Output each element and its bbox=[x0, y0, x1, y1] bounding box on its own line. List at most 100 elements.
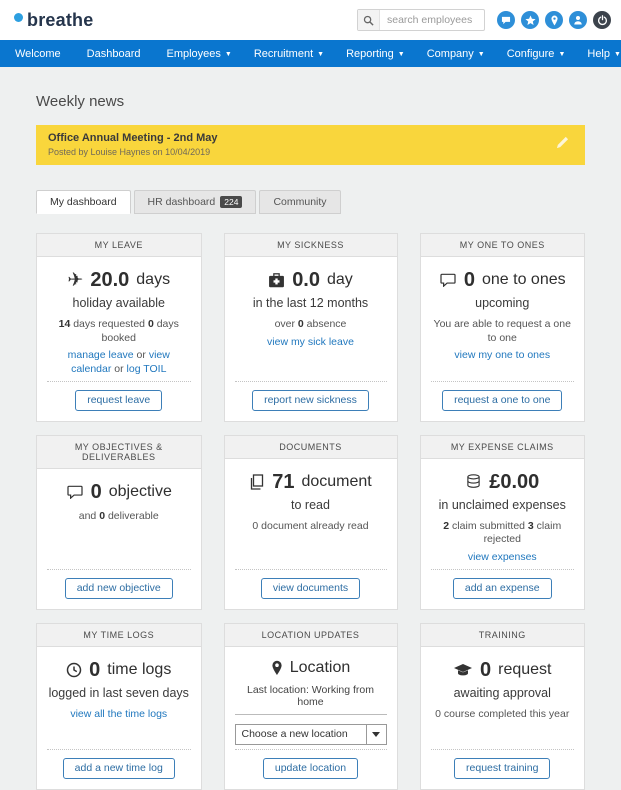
stat-value: 71 bbox=[272, 472, 294, 492]
location-icon[interactable] bbox=[545, 11, 563, 29]
chevron-down-icon: ▼ bbox=[478, 51, 485, 58]
update-location-button[interactable]: update location bbox=[263, 758, 358, 779]
pencil-icon[interactable] bbox=[552, 136, 573, 154]
card-title: TRAINING bbox=[421, 624, 585, 647]
stat-subtitle: to read bbox=[291, 498, 330, 512]
chat-icon[interactable] bbox=[497, 11, 515, 29]
nav-label: Configure bbox=[507, 48, 555, 60]
nav-item-employees[interactable]: Employees▼ bbox=[155, 40, 242, 67]
graduation-cap-icon bbox=[453, 663, 473, 677]
tab-hr-dashboard[interactable]: HR dashboard 224 bbox=[134, 190, 257, 214]
logo-dot-icon bbox=[14, 13, 23, 22]
card-text-line: 0 document already read bbox=[252, 520, 368, 534]
card-text-line: view my sick leave bbox=[267, 336, 354, 350]
stat-unit: days bbox=[136, 272, 170, 288]
coins-icon bbox=[465, 474, 482, 489]
stat-subtitle: in unclaimed expenses bbox=[439, 498, 566, 512]
search-input[interactable] bbox=[380, 14, 484, 26]
logo-text: breathe bbox=[27, 10, 93, 31]
location-select-value: Choose a new location bbox=[236, 728, 366, 740]
stat-unit: objective bbox=[109, 484, 172, 500]
plane-icon: ✈ bbox=[67, 271, 83, 290]
text-segment: 14 bbox=[59, 318, 71, 330]
expenses-stat: £0.00 bbox=[465, 472, 539, 492]
view-documents-button[interactable]: view documents bbox=[261, 578, 360, 599]
news-title: Office Annual Meeting - 2nd May bbox=[48, 132, 552, 144]
user-icon[interactable] bbox=[569, 11, 587, 29]
tab-my-dashboard[interactable]: My dashboard bbox=[36, 190, 131, 214]
documents-stat: 71 document bbox=[249, 472, 372, 492]
report-sickness-button[interactable]: report new sickness bbox=[252, 390, 369, 411]
stat-unit: document bbox=[301, 474, 371, 490]
stat-unit: day bbox=[327, 272, 353, 288]
card-lines: and 0 deliverable bbox=[79, 506, 159, 524]
card-text-line: manage leave or view calendar or log TOI… bbox=[47, 349, 191, 376]
link[interactable]: log TOIL bbox=[127, 363, 167, 375]
nav-item-dashboard[interactable]: Dashboard bbox=[76, 40, 156, 67]
card-footer: request leave bbox=[47, 381, 191, 421]
card-footer: add an expense bbox=[431, 569, 575, 609]
link[interactable]: view expenses bbox=[468, 551, 537, 563]
nav-item-welcome[interactable]: Welcome bbox=[4, 40, 76, 67]
nav-item-configure[interactable]: Configure▼ bbox=[496, 40, 577, 67]
card-my-one-to-ones: MY ONE TO ONES 0 one to ones upcoming Yo… bbox=[420, 233, 586, 422]
clock-icon bbox=[66, 662, 82, 678]
card-footer: add new objective bbox=[47, 569, 191, 609]
tab-community[interactable]: Community bbox=[259, 190, 340, 214]
request-leave-button[interactable]: request leave bbox=[75, 390, 162, 411]
request-training-button[interactable]: request training bbox=[454, 758, 550, 779]
card-lines: 0 document already read bbox=[252, 516, 368, 534]
dropdown-caret-icon bbox=[366, 725, 386, 744]
card-footer: view documents bbox=[235, 569, 387, 609]
search-icon[interactable] bbox=[358, 10, 380, 30]
card-footer: update location bbox=[235, 749, 387, 789]
card-text-line: view expenses bbox=[431, 551, 575, 565]
news-banner: Office Annual Meeting - 2nd May Posted b… bbox=[36, 125, 585, 165]
nav-item-company[interactable]: Company▼ bbox=[416, 40, 496, 67]
nav-item-help[interactable]: Help▼ bbox=[576, 40, 621, 67]
nav-item-recruitment[interactable]: Recruitment▼ bbox=[243, 40, 335, 67]
breathe-logo[interactable]: breathe bbox=[10, 10, 93, 31]
stat-unit: one to ones bbox=[482, 272, 566, 288]
nav-label: Reporting bbox=[346, 48, 394, 60]
card-text-line: You are able to request a one to one bbox=[431, 318, 575, 345]
card-lines: 14 days requested 0 days bookedmanage le… bbox=[47, 314, 191, 377]
add-time-log-button[interactable]: add a new time log bbox=[63, 758, 175, 779]
card-title: MY EXPENSE CLAIMS bbox=[421, 436, 585, 459]
location-select[interactable]: Choose a new location bbox=[235, 724, 387, 745]
text-segment: deliverable bbox=[105, 510, 159, 522]
card-my-objectives: MY OBJECTIVES & DELIVERABLES 0 objective… bbox=[36, 435, 202, 610]
nav-item-reporting[interactable]: Reporting ▼ bbox=[335, 40, 416, 67]
add-expense-button[interactable]: add an expense bbox=[453, 578, 552, 599]
stat-unit: Location bbox=[290, 660, 351, 676]
star-icon[interactable] bbox=[521, 11, 539, 29]
card-lines: over 0 absenceview my sick leave bbox=[267, 314, 354, 349]
nav-label: Help bbox=[587, 48, 610, 60]
chevron-down-icon: ▼ bbox=[558, 51, 565, 58]
chevron-down-icon: ▼ bbox=[398, 51, 405, 58]
power-icon[interactable] bbox=[593, 11, 611, 29]
card-title: MY OBJECTIVES & DELIVERABLES bbox=[37, 436, 201, 469]
add-objective-button[interactable]: add new objective bbox=[65, 578, 173, 599]
stat-value: 0 bbox=[89, 660, 100, 680]
card-location-updates: LOCATION UPDATES Location Last location:… bbox=[224, 623, 398, 790]
card-training: TRAINING 0 request awaiting approval 0 c… bbox=[420, 623, 586, 790]
card-footer: report new sickness bbox=[235, 381, 387, 421]
request-one-to-one-button[interactable]: request a one to one bbox=[442, 390, 562, 411]
text-segment: and bbox=[79, 510, 99, 522]
stat-subtitle: logged in last seven days bbox=[49, 686, 189, 700]
objectives-stat: 0 objective bbox=[66, 482, 172, 502]
link[interactable]: view all the time logs bbox=[70, 708, 167, 720]
link[interactable]: view my sick leave bbox=[267, 336, 354, 348]
map-pin-icon bbox=[271, 660, 283, 676]
sickness-stat: 0.0 day bbox=[268, 270, 353, 290]
stat-unit: time logs bbox=[107, 662, 171, 678]
card-text-line: and 0 deliverable bbox=[79, 510, 159, 524]
link[interactable]: manage leave bbox=[68, 349, 134, 361]
training-stat: 0 request bbox=[453, 660, 552, 680]
main-nav: Welcome Dashboard Employees▼ Recruitment… bbox=[0, 40, 621, 67]
card-my-leave: MY LEAVE ✈ 20.0 days holiday available 1… bbox=[36, 233, 202, 422]
link[interactable]: view my one to ones bbox=[454, 349, 550, 361]
stat-unit: request bbox=[498, 662, 551, 678]
card-text-line: 0 course completed this year bbox=[435, 708, 569, 722]
